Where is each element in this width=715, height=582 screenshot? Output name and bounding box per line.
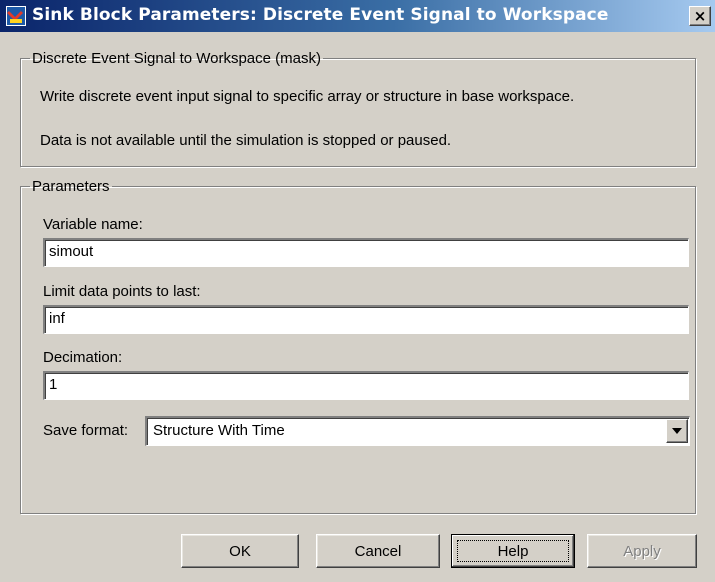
mask-group-legend: Discrete Event Signal to Workspace (mask… [32,50,321,67]
limit-data-points-label: Limit data points to last: [43,283,201,300]
decimation-input[interactable]: 1 [43,371,689,400]
help-button[interactable]: Help [451,534,575,568]
cancel-button[interactable]: Cancel [316,534,440,568]
close-icon: × [693,6,707,25]
ok-button[interactable]: OK [181,534,299,568]
save-format-label: Save format: [43,422,129,439]
close-button[interactable]: × [689,6,711,26]
chevron-down-icon [672,428,682,434]
variable-name-input[interactable]: simout [43,238,689,267]
simulink-block-icon [6,6,26,26]
window-title: Sink Block Parameters: Discrete Event Si… [32,5,609,25]
decimation-label: Decimation: [43,349,123,366]
limit-data-points-input[interactable]: inf [43,305,689,334]
mask-description-line-2: Data is not available until the simulati… [40,132,452,149]
parameters-group-legend: Parameters [32,178,110,195]
save-format-value: Structure With Time [153,422,285,439]
variable-name-label: Variable name: [43,216,143,233]
save-format-dropdown-button[interactable] [666,419,688,443]
title-bar[interactable]: Sink Block Parameters: Discrete Event Si… [0,0,715,32]
mask-description-line-1: Write discrete event input signal to spe… [40,88,575,105]
save-format-select[interactable]: Structure With Time [145,416,690,446]
dialog-window: Sink Block Parameters: Discrete Event Si… [0,0,715,582]
mask-description-group: Discrete Event Signal to Workspace (mask… [20,50,696,167]
focus-ring [457,540,569,562]
apply-button[interactable]: Apply [587,534,697,568]
